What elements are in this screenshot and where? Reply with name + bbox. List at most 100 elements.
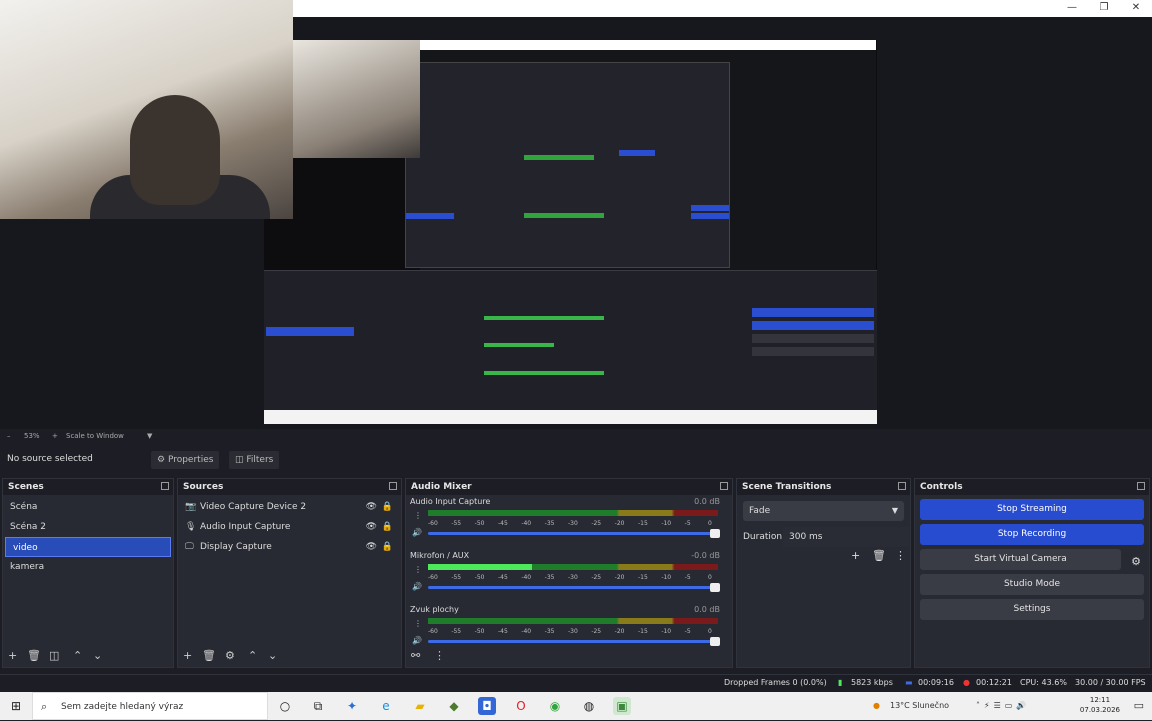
trash-icon[interactable]: 🗑 [27,649,41,662]
mixer-toolbar: ⚯ ⋮ [406,647,732,667]
move-up-icon[interactable]: ⌃ [73,649,82,662]
trash-icon[interactable]: 🗑 [202,649,216,662]
volume-slider[interactable] [428,529,720,538]
duration-input[interactable]: 300 ms [783,527,909,547]
scale-mode[interactable]: Scale to Window [66,432,124,440]
settings-button[interactable]: Settings [920,599,1144,620]
weather-text[interactable]: 13°C Slunečno [890,692,949,720]
stop-streaming-button[interactable]: Stop Streaming [920,499,1144,520]
tick-label: -60 [428,574,438,581]
edge-icon[interactable]: e [377,697,395,715]
clock[interactable]: 12:11 07.03.2026 [1080,695,1120,715]
stream-icon: ▬ [905,678,913,687]
record-time: 00:12:21 [976,678,1012,687]
lock-icon[interactable]: 🔒 [382,497,393,517]
source-toolbar: No source selected ⚙ Properties ◫ Filter… [0,449,1152,471]
studio-mode-button[interactable]: Studio Mode [920,574,1144,595]
more-icon[interactable]: ⋮ [434,649,445,662]
search-box[interactable]: ⌕ Sem zadejte hledaný výraz [32,692,268,720]
filter-icon[interactable]: ◫ [49,649,59,662]
scenes-header: Scenes [3,479,173,495]
audio-mixer-header: Audio Mixer [406,479,732,495]
undock-icon[interactable] [161,482,169,490]
filters-button[interactable]: ◫ Filters [229,451,280,469]
undock-icon[interactable] [389,482,397,490]
slider-handle[interactable] [710,637,720,646]
slider-handle[interactable] [710,529,720,538]
more-icon[interactable]: ⋮ [414,619,422,628]
app-icon[interactable]: ✦ [343,697,361,715]
eye-icon[interactable]: 👁 [366,537,377,557]
scene-item[interactable]: Scéna 2 [3,517,173,537]
minecraft-icon[interactable]: ◆ [445,697,463,715]
volume-slider[interactable] [428,583,720,592]
source-item[interactable]: 📷 Video Capture Device 2 👁 🔒 [178,497,401,517]
lock-icon[interactable]: 🔒 [382,537,393,557]
nested-obs-window [264,270,877,410]
monitor-icon: 🖵 [185,542,194,552]
minimize-button[interactable]: — [1056,0,1088,17]
app-icon[interactable]: ◘ [478,697,496,715]
speaker-icon[interactable]: 🔊 [412,636,422,645]
start-virtual-camera-button[interactable]: Start Virtual Camera [920,549,1121,570]
gear-icon[interactable]: ⚙ [225,649,235,662]
transition-select[interactable]: Fade ▼ [743,501,904,521]
chevron-down-icon[interactable]: ▼ [147,432,152,440]
slider-handle[interactable] [710,583,720,592]
tick-label: 0 [708,628,712,635]
windows-start-icon[interactable]: ⊞ [7,697,25,715]
volume-slider[interactable] [428,637,720,646]
duration-label: Duration [743,532,783,542]
opera-icon[interactable]: O [512,697,530,715]
stop-recording-button[interactable]: Stop Recording [920,524,1144,545]
add-icon[interactable]: + [8,649,17,662]
task-view-icon[interactable]: ⧉ [309,697,327,715]
lock-icon[interactable]: 🔒 [382,517,393,537]
meter-level [428,564,533,570]
eye-icon[interactable]: 👁 [366,497,377,517]
restore-button[interactable]: ❐ [1088,0,1120,17]
scene-item[interactable]: Scéna [3,497,173,517]
add-icon[interactable]: + [851,549,860,562]
move-up-icon[interactable]: ⌃ [248,649,257,662]
undock-icon[interactable] [1137,482,1145,490]
more-icon[interactable]: ⋮ [414,565,422,574]
zoom-in-icon[interactable]: + [52,432,58,440]
trash-icon[interactable]: 🗑 [872,549,886,562]
eye-icon[interactable]: 👁 [366,517,377,537]
speaker-icon[interactable]: 🔊 [412,528,422,537]
scene-item-selected[interactable]: video [5,537,171,557]
gear-icon[interactable]: ⚙ [1131,555,1141,568]
source-item[interactable]: 🎙 Audio Input Capture 👁 🔒 [178,517,401,537]
zoom-out-icon[interactable]: – [7,432,11,440]
more-icon[interactable]: ⋮ [414,511,422,520]
app-icon[interactable]: ▣ [613,697,631,715]
folder-icon[interactable]: ▰ [411,697,429,715]
signal-icon: ▮ [838,678,843,687]
tick-label: -15 [638,574,648,581]
more-icon[interactable]: ⋮ [895,549,906,562]
scene-transitions-title: Scene Transitions [742,482,832,492]
cortana-icon[interactable]: ○ [276,697,294,715]
properties-button[interactable]: ⚙ Properties [151,451,220,469]
mixer-channel: Audio Input Capture 0.0 dB ⋮ -60 -55 -50 -45 -4… [406,495,732,549]
speaker-icon[interactable]: 🔊 [412,582,422,591]
source-item[interactable]: 🖵 Display Capture 👁 🔒 [178,537,401,557]
search-icon: ⌕ [41,700,48,713]
link-icon[interactable]: ⚯ [411,649,420,662]
tick-label: -40 [521,520,532,527]
controls-dock: Controls Stop Streaming Stop Recording S… [914,478,1150,668]
close-button[interactable]: ✕ [1120,0,1152,17]
obs-icon[interactable]: ◍ [580,697,598,715]
zoom-level: 53% [24,432,40,440]
move-down-icon[interactable]: ⌄ [93,649,102,662]
chrome-icon[interactable]: ◉ [546,697,564,715]
tray-icons[interactable]: ˄⚡☰▭🔊 [976,692,1030,720]
move-down-icon[interactable]: ⌄ [268,649,277,662]
notification-icon[interactable]: ▭ [1134,692,1144,720]
add-icon[interactable]: + [183,649,192,662]
undock-icon[interactable] [720,482,728,490]
scene-item[interactable]: kamera [3,557,173,577]
transition-toolbar: + 🗑 ⋮ [737,547,910,567]
undock-icon[interactable] [898,482,906,490]
